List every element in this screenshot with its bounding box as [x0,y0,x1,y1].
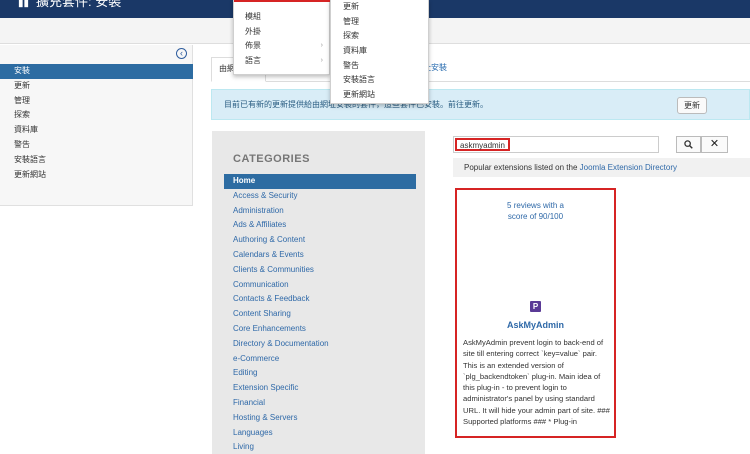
clear-search-button[interactable]: ✕ [701,136,728,153]
update-button[interactable]: 更新 [677,97,707,114]
search-icon [684,140,693,149]
category-contacts-feedback[interactable]: Contacts & Feedback [224,292,416,307]
search-button[interactable] [676,136,701,153]
update-alert: 目前已有新的更新提供給由網址安裝的套件，這些套件已安裝。前往更新。 更新 [211,89,750,120]
category-editing[interactable]: Editing [224,366,416,381]
manage-submenu: 更新 管理 探索 資料庫 警告 安裝語言 更新網站 [330,0,429,104]
manage-submenu-list: 更新 管理 探索 資料庫 警告 安裝語言 更新網站 [331,0,429,103]
page-title: 擴充套件: 安裝 [36,0,122,9]
sidebar-item-install-languages[interactable]: 安裝語言 [0,153,193,168]
extension-description: AskMyAdmin prevent login to back-end of … [463,338,610,427]
chevron-right-icon: › [320,42,323,49]
submenu-item-install-languages[interactable]: 安裝語言 [331,73,429,88]
menu-item-templates-label: 佈景 [245,41,261,50]
category-clients-communities[interactable]: Clients & Communities [224,263,416,278]
category-content-sharing[interactable]: Content Sharing [224,307,416,322]
category-administration[interactable]: Administration [224,204,416,219]
sidebar: ‹ 安裝 更新 管理 探索 資料庫 警告 安裝語言 更新網站 [0,45,193,206]
category-access-security[interactable]: Access & Security [224,189,416,204]
menu-highlight-accent [234,0,330,2]
category-languages[interactable]: Languages [224,426,416,441]
category-authoring-content[interactable]: Authoring & Content [224,233,416,248]
category-communication[interactable]: Communication [224,278,416,293]
extensions-menu-list: 模組 外掛 佈景 › 語言 › [234,10,330,68]
sidebar-item-warnings[interactable]: 警告 [0,138,193,153]
category-ads-affiliates[interactable]: Ads & Affiliates [224,218,416,233]
category-living[interactable]: Living [224,440,416,454]
sidebar-item-manage[interactable]: 管理 [0,94,193,109]
menu-item-modules-label: 模組 [245,12,261,21]
categories-heading: CATEGORIES [233,153,310,165]
category-calendars-events[interactable]: Calendars & Events [224,248,416,263]
extension-name[interactable]: AskMyAdmin [457,320,614,330]
reviews-count: 5 reviews with a [507,201,564,210]
reviews-score: score of 90/100 [507,212,564,221]
submenu-item-update[interactable]: 更新 [331,0,429,15]
plugin-type-badge: P [530,301,541,312]
close-icon: ✕ [709,138,720,150]
sidebar-item-update[interactable]: 更新 [0,79,193,94]
jed-link[interactable]: Joomla Extension Directory [580,163,677,172]
menu-item-languages[interactable]: 語言 › [234,54,330,69]
category-hosting-servers[interactable]: Hosting & Servers [224,411,416,426]
search-input[interactable]: askmyadmin [453,136,659,153]
popular-extensions-bar: Popular extensions listed on the Joomla … [453,158,750,177]
sidebar-item-install[interactable]: 安裝 [0,64,193,79]
category-e-commerce[interactable]: e-Commerce [224,352,416,367]
extensions-dropdown-menu: 模組 外掛 佈景 › 語言 › [233,0,330,75]
category-directory-documentation[interactable]: Directory & Documentation [224,337,416,352]
category-core-enhancements[interactable]: Core Enhancements [224,322,416,337]
joomla-logo-icon: ▮▮ [18,0,30,9]
popular-extensions-text: Popular extensions listed on the Joomla … [464,163,677,172]
sidebar-item-discover[interactable]: 探索 [0,108,193,123]
chevron-right-icon: › [320,56,323,64]
arrow-left-circle-icon[interactable]: ‹ [176,48,187,59]
extension-card[interactable]: 5 reviews with a score of 90/100 P AskMy… [455,188,616,438]
sidebar-menu: 安裝 更新 管理 探索 資料庫 警告 安裝語言 更新網站 [0,64,193,182]
categories-list: Home Access & Security Administration Ad… [224,174,416,454]
category-extension-specific[interactable]: Extension Specific [224,381,416,396]
submenu-item-database[interactable]: 資料庫 [331,44,429,59]
menu-item-templates[interactable]: 佈景 › [234,39,330,54]
menu-item-modules[interactable]: 模組 [234,10,330,25]
menu-item-languages-label: 語言 [245,55,261,65]
category-home[interactable]: Home [224,174,416,189]
search-input-value: askmyadmin [455,138,510,151]
submenu-item-discover[interactable]: 探索 [331,29,429,44]
submenu-item-manage[interactable]: 管理 [331,15,429,30]
submenu-item-warnings[interactable]: 警告 [331,59,429,74]
menu-item-plugins[interactable]: 外掛 [234,25,330,40]
categories-panel: CATEGORIES Home Access & Security Admini… [212,131,425,454]
menu-item-plugins-label: 外掛 [245,26,261,36]
sidebar-item-update-sites[interactable]: 更新網站 [0,168,193,183]
extension-reviews[interactable]: 5 reviews with a score of 90/100 [457,200,614,222]
popular-text-prefix: Popular extensions listed on the [464,163,580,172]
sidebar-item-database[interactable]: 資料庫 [0,123,193,138]
category-financial[interactable]: Financial [224,396,416,411]
submenu-item-update-sites[interactable]: 更新網站 [331,88,429,103]
